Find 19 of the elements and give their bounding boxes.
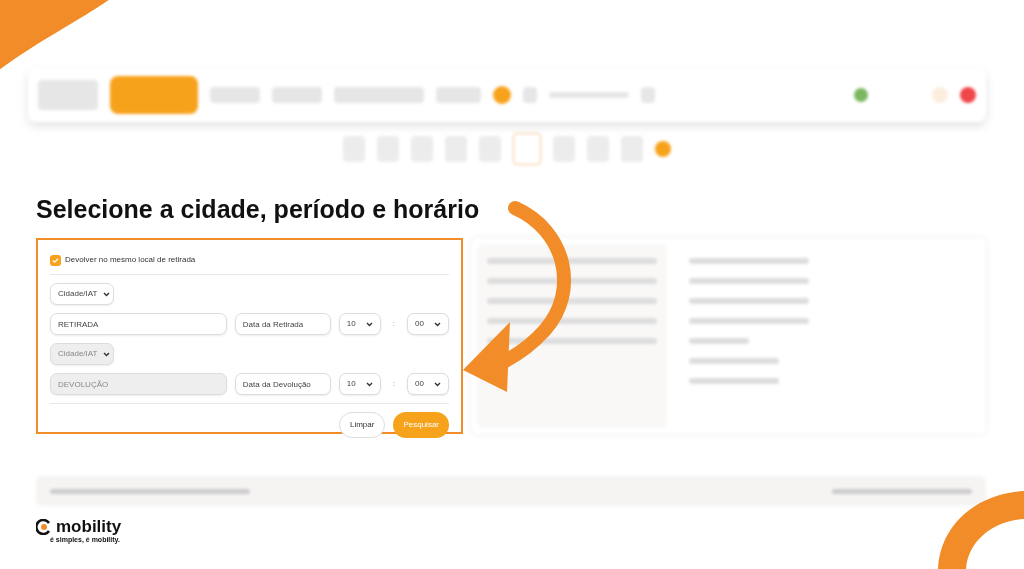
- clear-button[interactable]: Limpar: [338, 412, 386, 438]
- checkbox[interactable]: [50, 254, 61, 266]
- caret-icon: [434, 321, 441, 327]
- hour-select[interactable]: 10: [338, 313, 381, 335]
- time-separator: :: [392, 378, 395, 390]
- date-field[interactable]: Data da Retirada: [234, 313, 331, 335]
- logo-icon: [36, 518, 52, 535]
- caret-icon: [365, 381, 373, 387]
- location-type-select[interactable]: Cidade/IAT: [50, 283, 114, 305]
- caret-icon: [365, 321, 373, 327]
- caret-icon: [103, 351, 111, 357]
- checkbox-label: Devolver no mesmo local de retirada: [65, 254, 196, 266]
- page-title: Selecione a cidade, período e horário: [36, 194, 481, 224]
- time-separator: :: [392, 318, 395, 330]
- logo-text: mobility: [56, 518, 122, 535]
- minute-select[interactable]: 00: [407, 313, 449, 335]
- location-field[interactable]: RETIRADA: [50, 313, 227, 335]
- caret-icon: [434, 381, 441, 387]
- caret-icon: [103, 291, 111, 297]
